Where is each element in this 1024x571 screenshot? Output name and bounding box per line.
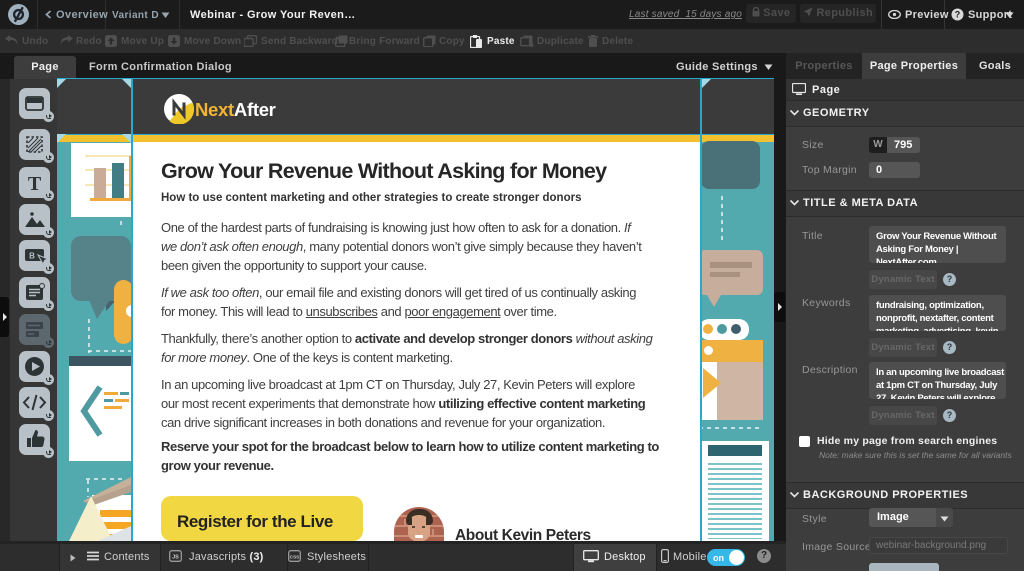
svg-text:T: T (28, 173, 42, 195)
svg-text:?: ? (955, 10, 961, 20)
svg-text:CSS: CSS (290, 555, 299, 560)
svg-text:JS: JS (172, 555, 179, 561)
svg-text:B: B (29, 252, 35, 261)
